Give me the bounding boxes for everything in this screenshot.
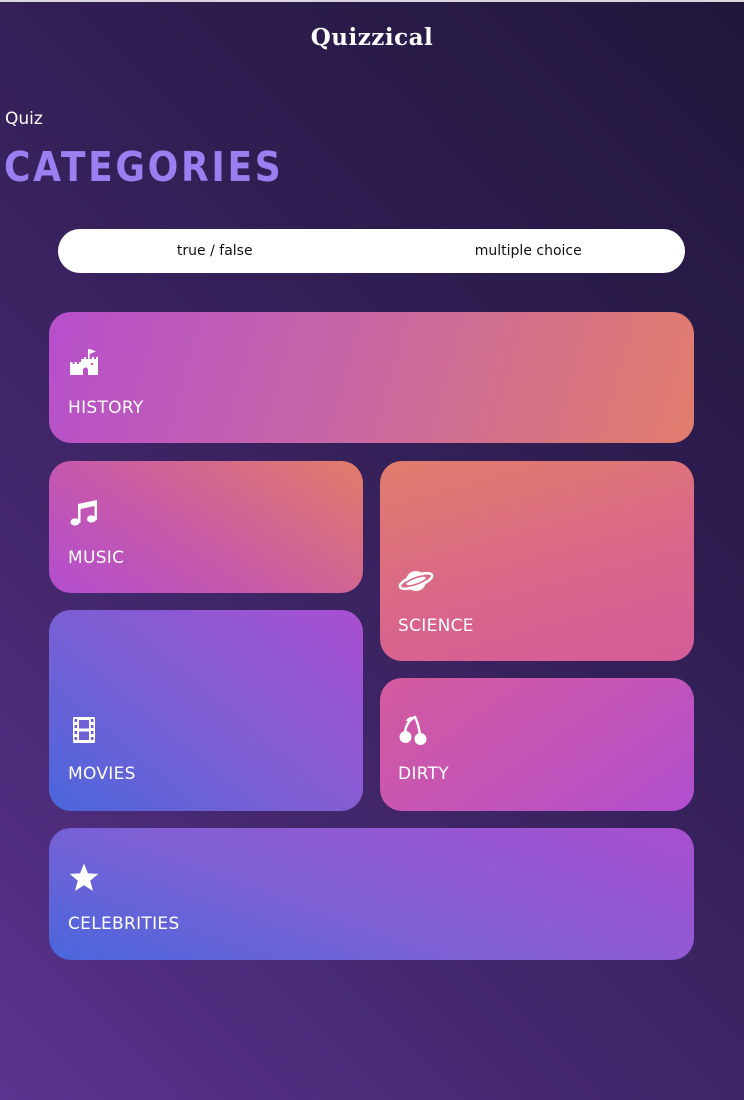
castle-icon: [70, 349, 98, 375]
category-card-dirty[interactable]: DIRTY: [380, 678, 694, 811]
category-card-celebrities[interactable]: CELEBRITIES: [49, 828, 694, 960]
music-note-icon: [70, 500, 97, 526]
page-title: CATEGORIES: [4, 143, 284, 191]
star-icon: [69, 863, 99, 891]
category-label-music: MUSIC: [68, 548, 125, 568]
multiple-choice-option[interactable]: multiple choice: [372, 243, 686, 259]
category-card-science[interactable]: SCIENCE: [380, 461, 694, 661]
category-label-celebrities: CELEBRITIES: [68, 914, 180, 934]
film-icon: [73, 717, 95, 743]
cherries-icon: [399, 715, 427, 745]
mode-toggle: true / false multiple choice: [58, 229, 685, 273]
page-subtitle: Quiz: [5, 109, 43, 129]
category-card-history[interactable]: HISTORY: [49, 312, 694, 443]
category-label-movies: MOVIES: [68, 764, 136, 784]
true-false-option[interactable]: true / false: [58, 243, 372, 259]
category-label-dirty: DIRTY: [398, 764, 449, 784]
planet-icon: [398, 571, 434, 591]
category-label-history: HISTORY: [68, 398, 144, 418]
category-card-movies[interactable]: MOVIES: [49, 610, 363, 811]
category-label-science: SCIENCE: [398, 616, 474, 636]
category-card-music[interactable]: MUSIC: [49, 461, 363, 593]
app-title: Quizzical: [310, 24, 434, 51]
top-divider: [0, 0, 744, 2]
